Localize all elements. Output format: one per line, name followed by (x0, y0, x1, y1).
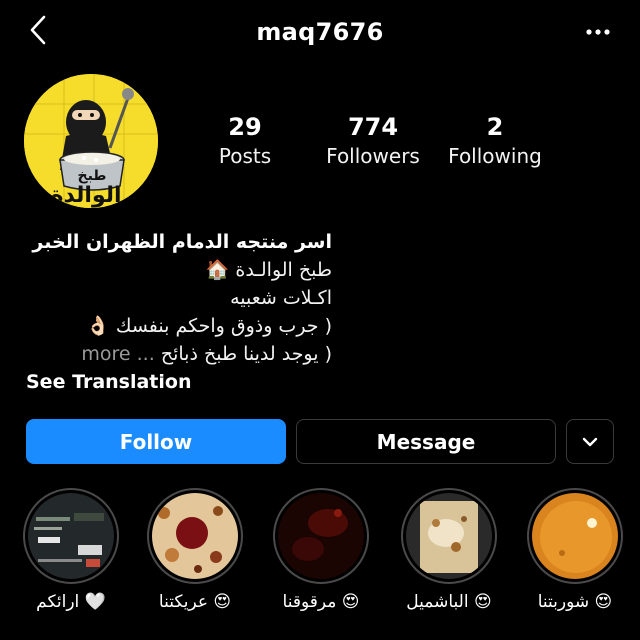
highlight-label: 😍 الباشميل (406, 592, 492, 612)
highlight-cover (532, 493, 618, 579)
highlight-item[interactable]: 🤍 ارائكم (16, 488, 126, 614)
profile-stats: 29 Posts 774 Followers 2 Following (200, 112, 560, 182)
highlight-cover (28, 493, 114, 579)
see-translation-link[interactable]: See Translation (26, 368, 616, 396)
highlight-ring (147, 488, 243, 584)
more-horizontal-icon (586, 29, 610, 35)
profile-bio: اسر منتجه الدمام الظهران الخبر طبخ الوال… (26, 228, 616, 396)
highlight-ring (273, 488, 369, 584)
posts-stat[interactable]: 29 Posts (210, 112, 280, 170)
follow-button[interactable]: Follow (26, 419, 286, 464)
bio-line: ( يوجد لدينا طبخ ذبائح (160, 343, 332, 365)
highlight-cover (278, 493, 364, 579)
posts-label: Posts (218, 144, 272, 168)
suggested-accounts-button[interactable] (566, 419, 614, 464)
profile-actions: Follow Message (26, 419, 616, 464)
profile-username: maq7676 (256, 18, 384, 46)
avatar-text-top: طبخ (78, 168, 107, 184)
following-count: 2 (486, 113, 504, 141)
highlight-item[interactable]: 😍 مرقوقنا (266, 488, 376, 614)
bio-line-truncated: ( يوجد لدينا طبخ ذبائح ... more (26, 340, 332, 368)
avatar-text-bottom: الوالدة (50, 183, 121, 208)
highlight-label: 😍 شوربتنا (537, 592, 613, 612)
following-label: Following (448, 144, 542, 168)
bio-line: ( جرب وذوق واحكم بنفسك 👌🏻 (86, 315, 332, 337)
more-options-button[interactable] (582, 22, 618, 42)
highlight-ring (23, 488, 119, 584)
message-button[interactable]: Message (296, 419, 556, 464)
bio-more-link[interactable]: ... more (81, 343, 154, 365)
avatar-logo-image: طبخ الوالدة (24, 74, 158, 208)
posts-count: 29 (228, 113, 262, 141)
followers-stat[interactable]: 774 Followers (318, 112, 428, 170)
followers-count: 774 (347, 113, 399, 141)
highlight-cover (152, 493, 238, 579)
bio-line: اكـلات شعبيه (230, 287, 332, 309)
followers-label: Followers (326, 144, 420, 168)
highlight-item[interactable]: 😍 عريكتنا (140, 488, 250, 614)
highlight-ring (527, 488, 623, 584)
highlight-label: 🤍 ارائكم (36, 592, 106, 612)
chevron-down-icon (582, 437, 598, 446)
highlight-ring (401, 488, 497, 584)
highlight-label: 😍 عريكتنا (158, 592, 232, 612)
bio-line: طبخ الوالـدة 🏠 (205, 259, 332, 281)
highlight-cover (406, 493, 492, 579)
highlight-label: 😍 مرقوقنا (282, 592, 360, 612)
following-stat[interactable]: 2 Following (440, 112, 550, 170)
profile-avatar[interactable]: طبخ الوالدة (24, 74, 158, 208)
top-bar: maq7676 (0, 0, 640, 64)
highlight-item[interactable]: 😍 الباشميل (394, 488, 504, 614)
bio-name: اسر منتجه الدمام الظهران الخبر (32, 231, 332, 253)
story-highlights: 🤍 ارائكم 😍 عريكتنا 😍 مرقوقنا 😍 الباشميل … (0, 488, 640, 638)
highlight-item[interactable]: 😍 شوربتنا (520, 488, 630, 614)
